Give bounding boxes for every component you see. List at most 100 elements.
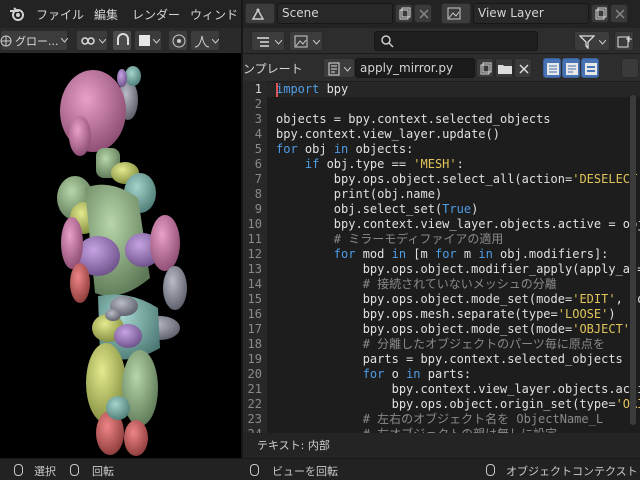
code-line[interactable]: 19 parts = bpy.context.selected_objects <box>243 352 640 367</box>
outliner-search-input[interactable] <box>374 31 538 51</box>
code-text: import bpy <box>276 82 349 96</box>
code-line[interactable]: 14 # 接続されていないメッシュの分離 <box>243 277 640 292</box>
copy-icon <box>480 62 492 75</box>
code-line[interactable]: 1 import bpy <box>243 82 640 97</box>
delete-view-layer-button[interactable] <box>610 4 628 23</box>
new-text-button[interactable] <box>476 58 494 78</box>
line-number: 8 <box>254 187 262 201</box>
code-editor[interactable]: 1 import bpy 2 3 objects = bpy.context.selec… <box>243 81 640 433</box>
pivot-point-dropdown[interactable] <box>76 30 108 51</box>
new-collection-icon <box>617 36 632 48</box>
image-icon <box>294 35 308 48</box>
code-line[interactable]: 9 obj.select_set(True) <box>243 202 640 217</box>
scene-field[interactable]: Scene <box>277 3 393 24</box>
list-icon <box>257 37 269 47</box>
3d-viewport[interactable] <box>0 28 241 458</box>
code-text: bpy.context.view_layer.objects.active = … <box>276 217 640 231</box>
new-collection-button[interactable] <box>614 31 634 51</box>
code-text: bpy.ops.mesh.separate(type='LOOSE') <box>276 307 616 321</box>
falloff-dropdown[interactable] <box>190 30 220 51</box>
code-text: bpy.context.view_layer.objects.acti <box>276 382 640 396</box>
code-text: for o in parts: <box>362 367 472 381</box>
copy-icon <box>595 7 607 20</box>
code-line[interactable]: 7 bpy.ops.object.select_all(action='DESE… <box>243 172 640 187</box>
status-view-rotate: ビューを回転 <box>272 465 338 478</box>
line-number: 18 <box>247 337 262 351</box>
syntax-highlight-toggle[interactable] <box>581 58 599 78</box>
code-text: bpy.ops.object.mode_set(mode='EDIT', to <box>276 292 640 306</box>
orientation-icon <box>0 35 12 47</box>
filter-dropdown[interactable] <box>574 31 610 51</box>
code-line[interactable]: 10 bpy.context.view_layer.objects.active… <box>243 217 640 232</box>
text-editor-footer: テキスト: 内部 <box>243 433 640 458</box>
code-line[interactable]: 23 # 左右のオブジェクト名を ObjectName_L <box>243 412 640 427</box>
character-model <box>57 66 187 456</box>
display-mode-dropdown[interactable] <box>251 31 285 51</box>
line-number: 15 <box>247 292 262 306</box>
editor-scrollbar[interactable] <box>630 95 636 425</box>
code-line[interactable]: 4 bpy.context.view_layer.update() <box>243 127 640 142</box>
snap-toggle[interactable] <box>112 30 132 51</box>
filter-icon <box>579 35 595 49</box>
code-line[interactable]: 15 bpy.ops.object.mode_set(mode='EDIT', … <box>243 292 640 307</box>
menu-render[interactable]: レンダー <box>132 6 180 23</box>
word-wrap-toggle[interactable] <box>562 58 580 78</box>
chevron-down-icon <box>275 40 282 45</box>
code-line[interactable]: 18 # 分離したオブジェクトのパーツ毎に原点を <box>243 337 640 352</box>
code-line[interactable]: 20 for o in parts: <box>243 367 640 382</box>
text-browse-dropdown[interactable] <box>323 58 355 78</box>
close-icon <box>419 9 429 19</box>
menu-edit[interactable]: 編集 <box>94 6 118 23</box>
mouse-right-icon <box>486 464 495 476</box>
menu-file[interactable]: ファイル <box>36 6 84 23</box>
code-text: obj.select_set(True) <box>276 202 479 216</box>
open-text-button[interactable] <box>495 58 513 78</box>
code-text: bpy.ops.object.modifier_apply(apply_as= <box>276 262 640 276</box>
code-line[interactable]: 3 objects = bpy.context.selected_objects <box>243 112 640 127</box>
transform-orientation-dropdown[interactable]: グロー... <box>0 30 68 51</box>
line-number: 2 <box>254 97 262 111</box>
code-line[interactable]: 5 for obj in objects: <box>243 142 640 157</box>
image-editor-dropdown[interactable] <box>289 31 323 51</box>
scene-type-button[interactable] <box>245 3 275 24</box>
line-number: 3 <box>254 112 262 126</box>
code-line[interactable]: 8 print(obj.name) <box>243 187 640 202</box>
code-line[interactable]: 22 bpy.ops.object.origin_set(type='ORI <box>243 397 640 412</box>
code-line[interactable]: 21 bpy.context.view_layer.objects.acti <box>243 382 640 397</box>
view-layer-type-button[interactable] <box>441 3 471 24</box>
code-line[interactable]: 12 for mod in [m for m in obj.modifiers]… <box>243 247 640 262</box>
new-scene-button[interactable] <box>395 4 413 23</box>
text-filename-field[interactable]: apply_mirror.py <box>355 58 475 78</box>
line-number: 12 <box>247 247 262 261</box>
code-line[interactable]: 17 bpy.ops.object.mode_set(mode='OBJECT'… <box>243 322 640 337</box>
blender-logo-icon[interactable] <box>9 6 25 22</box>
code-line[interactable]: 6 if obj.type == 'MESH': <box>243 157 640 172</box>
code-line[interactable]: 13 bpy.ops.object.modifier_apply(apply_a… <box>243 262 640 277</box>
line-numbers-toggle[interactable] <box>543 58 561 78</box>
chevron-down-icon <box>61 38 68 43</box>
view-layer-field[interactable]: View Layer <box>473 3 589 24</box>
outliner-header <box>243 28 640 54</box>
code-text: bpy.ops.object.select_all(action='DESELE… <box>276 172 638 186</box>
new-view-layer-button[interactable] <box>591 4 609 23</box>
snap-target-dropdown[interactable] <box>134 30 162 51</box>
run-script-button[interactable] <box>621 58 639 78</box>
code-line[interactable]: 11 # ミラーモディファイアの適用 <box>243 232 640 247</box>
code-line[interactable]: 2 <box>243 97 640 112</box>
view-layer-name: View Layer <box>478 6 544 20</box>
templates-menu[interactable]: ンプレート <box>243 60 303 77</box>
menu-window[interactable]: ウィンド <box>190 6 238 23</box>
syntax-highlight-icon <box>585 63 597 75</box>
text-document-icon <box>328 62 340 76</box>
chevron-down-icon <box>313 40 320 45</box>
folder-icon <box>498 65 512 74</box>
delete-scene-button[interactable] <box>414 4 432 23</box>
magnet-icon <box>117 33 129 45</box>
line-number: 7 <box>254 172 262 186</box>
unlink-text-button[interactable] <box>514 58 532 78</box>
proportional-editing-toggle[interactable] <box>168 30 188 51</box>
mouse-middle-icon <box>70 464 79 476</box>
code-line[interactable]: 16 bpy.ops.mesh.separate(type='LOOSE') <box>243 307 640 322</box>
code-text: parts = bpy.context.selected_objects <box>276 352 623 366</box>
code-text: for obj in objects: <box>276 142 414 156</box>
